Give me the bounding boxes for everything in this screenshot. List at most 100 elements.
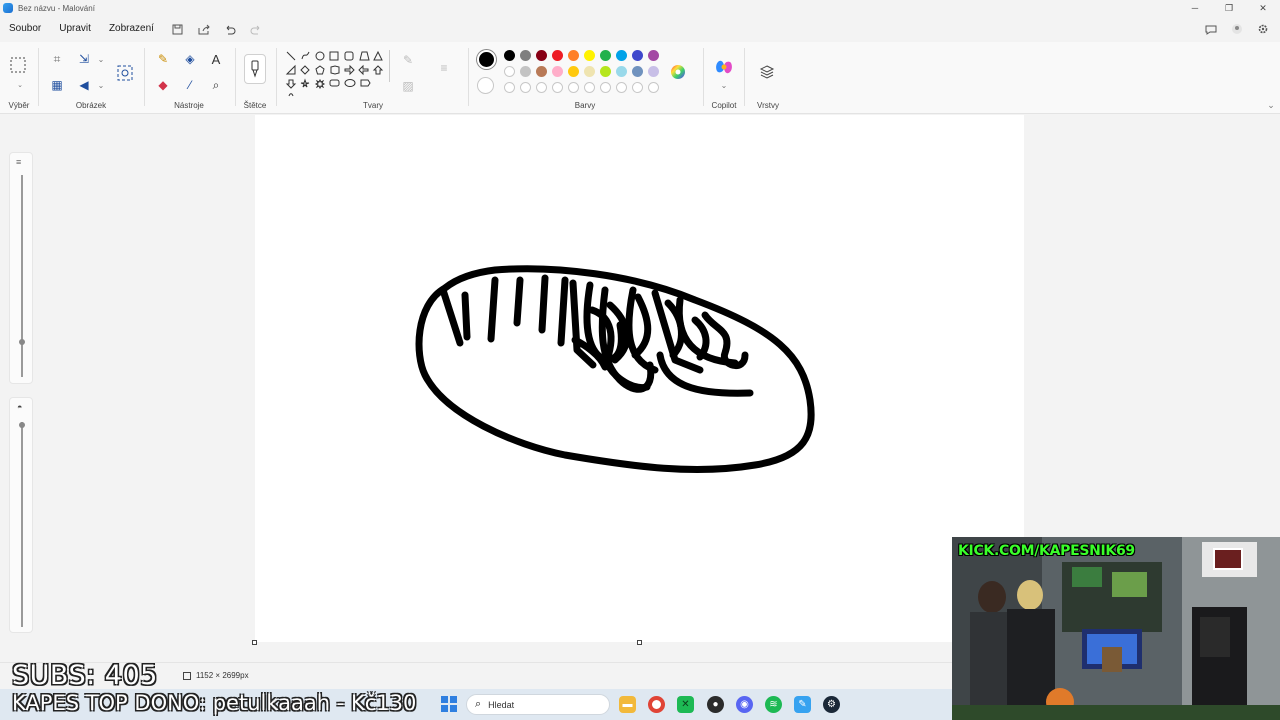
shapes-group-label: Tvary	[363, 101, 383, 110]
color-swatch[interactable]	[568, 50, 579, 61]
chevron-down-icon[interactable]: ⌄	[92, 50, 110, 68]
tools-group-label: Nástroje	[174, 101, 204, 110]
share-icon[interactable]	[193, 18, 215, 40]
chevron-down-icon[interactable]: ⌄	[92, 76, 110, 94]
window-title: Bez názvu - Malování	[18, 3, 95, 13]
color-swatch[interactable]	[632, 50, 643, 61]
pencil-icon[interactable]: ✎	[154, 50, 172, 68]
menu-view[interactable]: Zobrazení	[100, 18, 163, 40]
paint-taskbar-icon[interactable]: ✎	[794, 696, 811, 713]
webcam-feed-image	[952, 537, 1280, 720]
top-donation-overlay: KAPES TOP DONO: petulkaaah - Kč130	[12, 691, 417, 715]
custom-color-slot[interactable]	[616, 82, 627, 93]
canvas-size-text: 1152 × 2699px	[196, 671, 249, 680]
undo-icon[interactable]	[219, 18, 241, 40]
color-swatch[interactable]	[520, 66, 531, 77]
copilot-icon[interactable]	[715, 58, 733, 76]
menu-edit[interactable]: Upravit	[50, 18, 100, 40]
account-icon[interactable]	[1226, 18, 1248, 40]
color-picker-icon[interactable]: ⁄	[181, 76, 199, 94]
custom-color-slot[interactable]	[600, 82, 611, 93]
steam-icon[interactable]: ⚙	[823, 696, 840, 713]
taskbar-search[interactable]: ⌕ Hledat	[466, 694, 610, 715]
collapse-ribbon-icon[interactable]: ⌄	[1262, 96, 1280, 114]
color-swatch[interactable]	[536, 66, 547, 77]
feedback-icon[interactable]	[1200, 18, 1222, 40]
fill-icon[interactable]: ◈	[181, 50, 199, 68]
resize-handle[interactable]	[252, 640, 257, 645]
color-swatch[interactable]	[600, 66, 611, 77]
file-explorer-icon[interactable]: ▬	[619, 696, 636, 713]
brush-icon[interactable]	[244, 54, 266, 84]
opacity-slider[interactable]: ◓	[9, 397, 33, 633]
color-swatch[interactable]	[504, 50, 515, 61]
custom-color-slot[interactable]	[504, 82, 515, 93]
app-green-icon[interactable]: ✕	[677, 696, 694, 713]
custom-color-slot[interactable]	[520, 82, 531, 93]
primary-color[interactable]	[477, 50, 496, 69]
resize-handle[interactable]	[637, 640, 642, 645]
custom-color-slot[interactable]	[584, 82, 595, 93]
layers-group-label: Vrstvy	[757, 101, 779, 110]
image-group: ⌗ ⇲ ⌄ ▦ ◀ ⌄ Obrázek	[40, 42, 142, 114]
size-icon: ≡	[440, 61, 448, 75]
custom-color-slot[interactable]	[568, 82, 579, 93]
save-icon[interactable]	[167, 18, 189, 40]
chevron-down-icon[interactable]: ⌄	[11, 76, 29, 94]
eraser-icon[interactable]: ◆	[154, 76, 172, 94]
drawing-canvas[interactable]	[255, 115, 1024, 642]
color-swatch[interactable]	[600, 50, 611, 61]
color-swatch[interactable]	[552, 66, 563, 77]
edit-colors-icon[interactable]	[669, 63, 687, 81]
color-swatch[interactable]	[584, 50, 595, 61]
crop-icon[interactable]: ⌗	[48, 50, 66, 68]
color-swatch[interactable]	[552, 50, 563, 61]
text-icon[interactable]: A	[207, 50, 225, 68]
brush-size-slider[interactable]: ≡	[9, 152, 33, 384]
color-swatch[interactable]	[616, 50, 627, 61]
colors-group: Barvy	[470, 42, 700, 114]
rotate-icon[interactable]: ◀	[75, 76, 93, 94]
minimize-button[interactable]: ─	[1178, 0, 1212, 16]
color-swatch[interactable]	[504, 66, 515, 77]
chevron-down-icon[interactable]: ⌄	[715, 76, 733, 94]
custom-color-slot[interactable]	[536, 82, 547, 93]
close-button[interactable]: ✕	[1246, 0, 1280, 16]
magnifier-icon[interactable]: ⌕	[207, 76, 225, 94]
menu-file[interactable]: Soubor	[0, 18, 50, 40]
chrome-icon[interactable]	[648, 696, 665, 713]
color-swatch[interactable]	[648, 66, 659, 77]
custom-color-slot[interactable]	[552, 82, 563, 93]
color-swatch[interactable]	[648, 50, 659, 61]
color-swatch[interactable]	[632, 66, 643, 77]
color-swatch[interactable]	[584, 66, 595, 77]
remove-background-icon[interactable]	[115, 63, 135, 83]
title-bar: Bez názvu - Malování ─ ❐ ✕	[0, 0, 1280, 16]
layers-icon[interactable]	[758, 63, 776, 81]
window-controls: ─ ❐ ✕	[1178, 0, 1280, 16]
resize-icon[interactable]: ⇲	[75, 50, 93, 68]
canvas-size-icon	[183, 671, 191, 680]
secondary-color[interactable]	[477, 77, 494, 94]
color-swatch[interactable]	[536, 50, 547, 61]
windows-start-icon[interactable]	[441, 696, 457, 712]
shapes-gallery[interactable]	[285, 50, 389, 100]
discord-icon[interactable]: ◉	[736, 696, 753, 713]
image-select-icon[interactable]: ▦	[48, 76, 66, 94]
settings-icon[interactable]	[1252, 18, 1274, 40]
ribbon-toolbar: ⌄ Výběr ⌗ ⇲ ⌄ ▦ ◀ ⌄ Obrázek ✎ ◈ A ◆ ⁄ ⌕ …	[0, 42, 1280, 114]
image-group-label: Obrázek	[75, 101, 107, 110]
obs-icon[interactable]: ●	[707, 696, 724, 713]
color-swatch[interactable]	[520, 50, 531, 61]
select-rectangle-icon[interactable]	[9, 56, 27, 74]
spotify-icon[interactable]: ≋	[765, 696, 782, 713]
brushes-group-label: Štětce	[243, 101, 267, 110]
maximize-button[interactable]: ❐	[1212, 0, 1246, 16]
color-swatch[interactable]	[568, 66, 579, 77]
color-swatch[interactable]	[616, 66, 627, 77]
selection-group: ⌄ Výběr	[0, 42, 38, 114]
custom-color-slot[interactable]	[648, 82, 659, 93]
redo-icon[interactable]	[245, 18, 267, 40]
copilot-group: ⌄ Copilot	[705, 42, 743, 114]
custom-color-slot[interactable]	[632, 82, 643, 93]
